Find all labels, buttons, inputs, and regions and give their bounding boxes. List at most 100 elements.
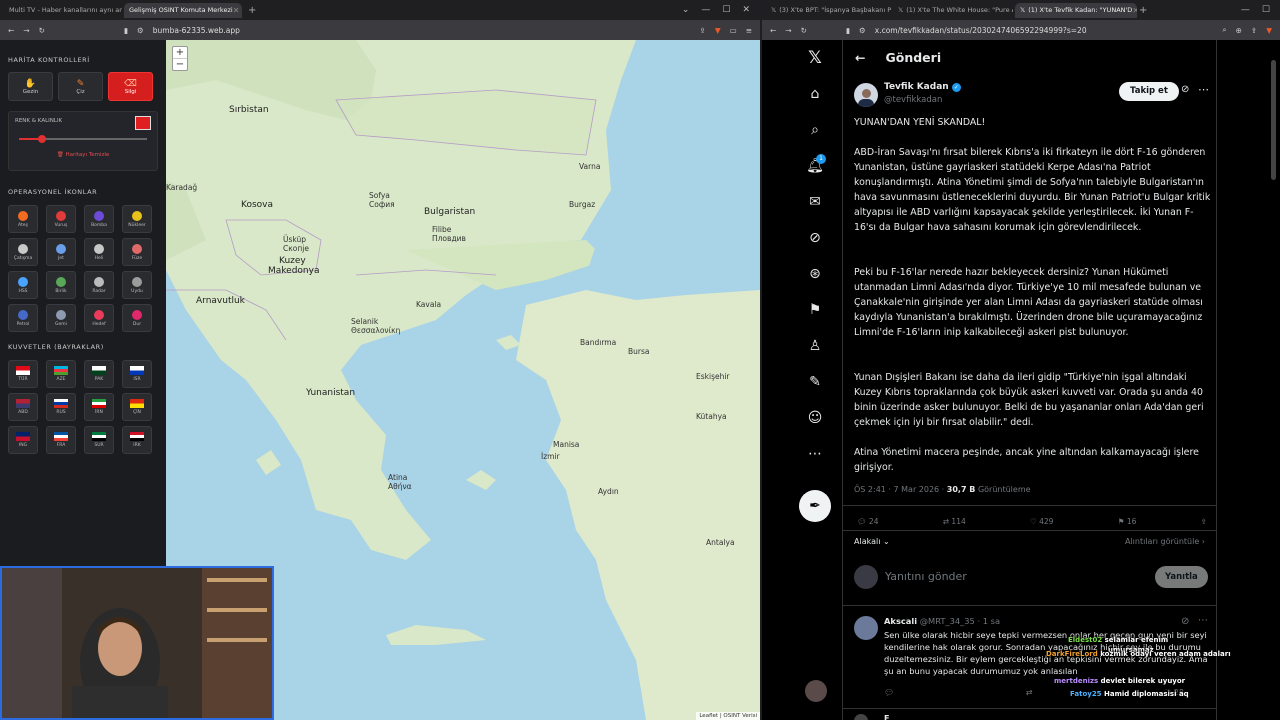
flag-button[interactable]: SUR [84, 426, 114, 454]
url-field[interactable]: bumba-62335.web.app [153, 26, 691, 35]
flag-button[interactable]: PAK [84, 360, 114, 388]
map-attribution[interactable]: Leaflet | OSINT Verisi [696, 712, 760, 720]
tab-search-icon[interactable]: ⌄ [682, 5, 690, 15]
reload-icon[interactable]: ↻ [801, 26, 807, 35]
ops-icon-button[interactable]: Dur [122, 304, 152, 332]
flag-button[interactable]: RUS [46, 393, 76, 421]
site-info-icon[interactable]: ⚙ [859, 26, 866, 35]
tab-x-whitehouse[interactable]: 𝕏(1) X'te The White House: "Pure Ame [893, 3, 1013, 18]
author-name-row[interactable]: Tevfik Kadan ✓ [884, 82, 961, 92]
tool-eraser-button[interactable]: ⌫ Silgi [108, 72, 153, 101]
close-icon[interactable]: ✕ [233, 6, 240, 15]
sidebar-toggle-icon[interactable]: ▭ [730, 26, 737, 35]
x-logo-icon[interactable]: 𝕏 [805, 48, 825, 68]
ops-icon-button[interactable]: Nükleer [122, 205, 152, 233]
new-tab-icon[interactable]: + [248, 5, 256, 16]
reply-button[interactable]: 💬︎ 24 [857, 517, 878, 526]
ops-icon-button[interactable]: Hedef [84, 304, 114, 332]
url-field[interactable]: x.com/tevfikkadan/status/203024740659229… [875, 26, 1214, 35]
ops-icon-button[interactable]: Bomba [84, 205, 114, 233]
repost-button[interactable]: ⇄ [1026, 688, 1033, 697]
account-avatar[interactable] [805, 680, 827, 702]
flag-button[interactable]: IRK [122, 426, 152, 454]
share-icon[interactable]: ⇪ [1201, 517, 1207, 526]
tab-x-tevfik[interactable]: 𝕏 (1) X'te Tevfik Kadan: "YUNAN'D ✕ [1015, 2, 1137, 18]
author-handle[interactable]: @tevfikkadan [884, 95, 942, 105]
menu-icon[interactable]: ≡ [746, 26, 752, 35]
tab-multi-tv[interactable]: Multi TV - Haber kanallarını aynı anda [4, 3, 122, 18]
share-icon[interactable]: ⇪ [1251, 26, 1257, 35]
ops-icon-button[interactable]: Birlik [46, 271, 76, 299]
grok-explain-icon[interactable]: ⊘ [1181, 84, 1189, 95]
reply-submit-button[interactable]: Yanıtla [1155, 566, 1208, 588]
ops-icon-button[interactable]: Vuruş [46, 205, 76, 233]
flag-button[interactable]: ISR [122, 360, 152, 388]
zoom-icon[interactable]: ⊕ [1236, 26, 1242, 35]
ops-icon-button[interactable]: Çatışma [8, 238, 38, 266]
flag-button[interactable]: FRA [46, 426, 76, 454]
premium-icon[interactable]: ✎ [805, 372, 825, 392]
ops-icon-button[interactable]: Uydu [122, 271, 152, 299]
reload-icon[interactable]: ↻ [39, 26, 45, 35]
more-options-icon[interactable]: ⋯ [1198, 83, 1209, 96]
flag-button[interactable]: TÜR [8, 360, 38, 388]
bookmark-button[interactable]: ⚑ 16 [1118, 517, 1137, 526]
home-icon[interactable]: ⌂ [805, 84, 825, 104]
search-icon[interactable]: ⌕ [1222, 25, 1226, 35]
forward-icon[interactable]: → [785, 26, 791, 35]
tool-draw-button[interactable]: ✎ Çiz [58, 72, 103, 101]
bookmark-icon[interactable]: ▮ [846, 26, 850, 35]
reply-handle[interactable]: @MRT_34_35 · 1 sa [920, 616, 1000, 626]
reply-avatar[interactable] [854, 616, 878, 640]
site-info-icon[interactable]: ⚙ [137, 26, 144, 35]
grok-icon[interactable]: ⊘ [805, 228, 825, 248]
more-options-icon[interactable]: ⋯ [1198, 615, 1208, 626]
search-icon[interactable]: ⌕ [805, 120, 825, 140]
flag-button[interactable]: ABD [8, 393, 38, 421]
messages-icon[interactable]: ✉ [805, 192, 825, 212]
back-arrow-icon[interactable]: ← [855, 50, 865, 65]
maximize-icon[interactable]: ☐ [722, 5, 730, 15]
brave-shield-icon[interactable]: ▼ [1266, 26, 1272, 35]
jobs-icon[interactable]: ♙ [805, 336, 825, 356]
communities-icon[interactable]: ⊛ [805, 264, 825, 284]
ops-icon-button[interactable]: Radar [84, 271, 114, 299]
flag-button[interactable]: AZE [46, 360, 76, 388]
repost-button[interactable]: ⇄ 114 [943, 517, 966, 526]
tab-osint[interactable]: Gelişmiş OSINT Komuta Merkezi ✕ [124, 2, 242, 18]
scrollbar-thumb[interactable] [1271, 60, 1276, 180]
like-button[interactable]: ♡ 429 [1030, 517, 1053, 526]
relevance-dropdown[interactable]: Alakalı ⌄ [854, 537, 890, 546]
ops-icon-button[interactable]: Gemi [46, 304, 76, 332]
ops-icon-button[interactable]: Füze [122, 238, 152, 266]
back-icon[interactable]: ← [770, 26, 776, 35]
grok-explain-icon[interactable]: ⊘ [1181, 616, 1189, 627]
zoom-in-button[interactable]: + [173, 47, 187, 59]
flag-button[interactable]: İRN [84, 393, 114, 421]
ops-icon-button[interactable]: Petrol [8, 304, 38, 332]
color-picker[interactable] [135, 116, 151, 130]
zoom-out-button[interactable]: − [173, 59, 187, 70]
forward-icon[interactable]: → [23, 26, 29, 35]
bookmark-icon[interactable]: ▮ [124, 26, 128, 35]
thickness-slider[interactable] [19, 135, 147, 143]
brave-shield-icon[interactable]: ▼ [715, 26, 721, 35]
reply-input[interactable]: Yanıtını gönder [885, 570, 967, 583]
notifications-icon[interactable]: 🔔︎ 1 [805, 154, 826, 176]
close-icon[interactable]: ✕ [1132, 6, 1137, 15]
author-avatar[interactable] [854, 83, 878, 107]
flag-button[interactable]: ING [8, 426, 38, 454]
post-timestamp[interactable]: ÖS 2:41 · 7 Mar 2026 · [854, 485, 947, 494]
flag-button[interactable]: ÇİN [122, 393, 152, 421]
bookmarks-icon[interactable]: ⚑ [805, 300, 825, 320]
view-quotes-link[interactable]: Alıntıları görüntüle › [1125, 537, 1205, 546]
ops-icon-button[interactable]: Heli [84, 238, 114, 266]
ops-icon-button[interactable]: HSS [8, 271, 38, 299]
tool-navigate-button[interactable]: ✋ Gezin [8, 72, 53, 101]
back-icon[interactable]: ← [8, 26, 14, 35]
tab-x-bpt[interactable]: 𝕏 (3) X'te BPT: "İspanya Başbakanı Ped [766, 3, 891, 18]
ops-icon-button[interactable]: Ateş [8, 205, 38, 233]
thickness-slider-handle[interactable] [38, 135, 47, 143]
close-window-icon[interactable]: ✕ [742, 5, 750, 15]
follow-button[interactable]: Takip et [1119, 82, 1179, 101]
